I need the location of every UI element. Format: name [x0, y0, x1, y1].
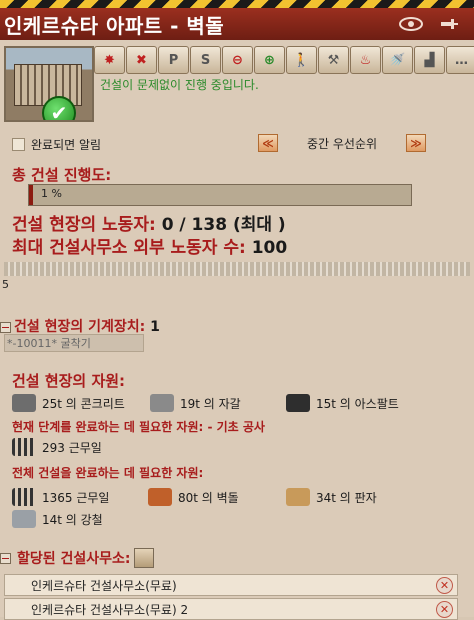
machine-item[interactable]: *-10011* 굴착기: [4, 334, 144, 352]
progress-title: 총 건설 진행도:: [12, 166, 112, 184]
remove-office-icon[interactable]: ✕: [436, 576, 453, 594]
boards-icon: [286, 488, 310, 506]
notify-label: 완료되면 알림: [31, 138, 102, 152]
progress-bar: 1 %: [28, 184, 412, 206]
priority-next-button[interactable]: ≫: [406, 134, 426, 152]
assigned-offices-label: 할당된 건설사무소:: [17, 551, 131, 567]
whole-bricks-text: 80t 의 벽돌: [178, 490, 239, 505]
workers-icon: [12, 488, 36, 506]
whole-resources-title: 전체 건설을 완료하는 데 필요한 자원:: [12, 466, 204, 480]
gravel-icon: [150, 394, 174, 412]
crane-icon[interactable]: ⚒: [318, 46, 349, 74]
increase-icon[interactable]: ⊕: [254, 46, 285, 74]
whole-bricks: 80t 의 벽돌: [148, 488, 239, 506]
outside-workers: 최대 건설사무소 외부 노동자 수: 100: [12, 233, 287, 258]
dynamite-icon[interactable]: ✸: [94, 46, 125, 74]
whole-workdays-text: 1365 근무일: [42, 490, 110, 505]
phase-resources-title: 현재 단계를 완료하는 데 필요한 자원: - 기초 공사: [12, 420, 265, 434]
outside-workers-label: 최대 건설사무소 외부 노동자 수:: [12, 238, 252, 258]
building-panel: ✔ ✸ ✖ P S ⊖ ⊕ 🚶 ⚒ ♨ 🚿 ▟ … 건설이 문제없이 진행 중입…: [0, 40, 474, 620]
eye-icon[interactable]: [398, 14, 424, 34]
whole-workdays: 1365 근무일: [12, 488, 109, 506]
whole-steel-text: 14t 의 강철: [42, 512, 103, 527]
checkmark-icon: ✔: [42, 96, 76, 120]
machines-value: 1: [150, 319, 160, 335]
resource-concrete: 25t 의 콘크리트: [12, 394, 125, 412]
whole-steel: 14t 의 강철: [12, 510, 103, 528]
collapse-offices-button[interactable]: [0, 552, 11, 564]
machines-heading: 건설 현장의 기계장치: 1: [0, 316, 160, 336]
resource-concrete-text: 25t 의 콘크리트: [42, 396, 125, 411]
progress-fill: [29, 185, 33, 205]
site-workers-label: 건설 현장의 노동자:: [12, 215, 162, 235]
asphalt-icon: [286, 394, 310, 412]
office-name: 인케르슈타 건설사무소(무료): [31, 578, 177, 593]
progress-percent: 1 %: [41, 187, 62, 200]
priority-p-icon[interactable]: P: [158, 46, 189, 74]
priority-prev-button[interactable]: ≪: [258, 134, 278, 152]
workers-icon: [12, 438, 36, 456]
stairs-icon[interactable]: ▟: [414, 46, 445, 74]
steel-icon: [12, 510, 36, 528]
phase-workdays-text: 293 근무일: [42, 440, 102, 455]
construction-office-icon[interactable]: [133, 548, 154, 568]
water-icon[interactable]: 🚿: [382, 46, 413, 74]
decrease-icon[interactable]: ⊖: [222, 46, 253, 74]
concrete-icon: [12, 394, 36, 412]
worker-icon[interactable]: 🚶: [286, 46, 317, 74]
heating-icon[interactable]: ♨: [350, 46, 381, 74]
hazard-stripe: [0, 0, 474, 8]
more-icon[interactable]: …: [446, 46, 474, 74]
resource-gravel-text: 19t 의 자갈: [180, 396, 241, 411]
status-message: 건설이 문제없이 진행 중입니다.: [100, 78, 259, 92]
office-row[interactable]: 인케르슈타 건설사무소(무료) ✕: [4, 574, 458, 596]
outside-workers-value: 100: [251, 238, 288, 258]
notify-checkbox[interactable]: [12, 138, 25, 151]
resources-title: 건설 현장의 자원:: [12, 372, 126, 390]
assigned-offices-heading: 할당된 건설사무소:: [0, 548, 154, 568]
notify-option[interactable]: 완료되면 알림: [12, 136, 101, 153]
resource-asphalt: 15t 의 아스팔트: [286, 394, 399, 412]
pin-icon[interactable]: [436, 14, 462, 34]
resource-gravel: 19t 의 자갈: [150, 394, 241, 412]
worker-strip-count: 5: [2, 278, 9, 291]
whole-boards-text: 34t 의 판자: [316, 490, 377, 505]
building-thumbnail: ✔: [4, 46, 94, 122]
office-name: 인케르슈타 건설사무소(무료) 2: [31, 602, 189, 617]
building-toolbar: ✸ ✖ P S ⊖ ⊕ 🚶 ⚒ ♨ 🚿 ▟ …: [94, 46, 474, 74]
collapse-machines-button[interactable]: [0, 321, 11, 333]
priority-label: 중간 우선순위: [306, 136, 378, 151]
whole-boards: 34t 의 판자: [286, 488, 377, 506]
bricks-icon: [148, 488, 172, 506]
worker-silhouettes: [4, 262, 470, 276]
machines-label: 건설 현장의 기계장치:: [14, 319, 151, 335]
site-workers: 건설 현장의 노동자: 0 / 138 (최대 ): [12, 210, 286, 235]
window-titlebar[interactable]: 인케르슈타 아파트 - 벽돌: [0, 8, 474, 40]
window-title: 인케르슈타 아파트 - 벽돌: [4, 13, 225, 38]
resource-asphalt-text: 15t 의 아스팔트: [316, 396, 399, 411]
priority-selector: ≪ 중간 우선순위 ≫: [258, 134, 426, 152]
phase-workdays: 293 근무일: [12, 438, 102, 456]
site-workers-value: 0 / 138 (최대 ): [161, 215, 286, 235]
cancel-icon[interactable]: ✖: [126, 46, 157, 74]
remove-office-icon[interactable]: ✕: [436, 600, 453, 618]
priority-s-icon[interactable]: S: [190, 46, 221, 74]
